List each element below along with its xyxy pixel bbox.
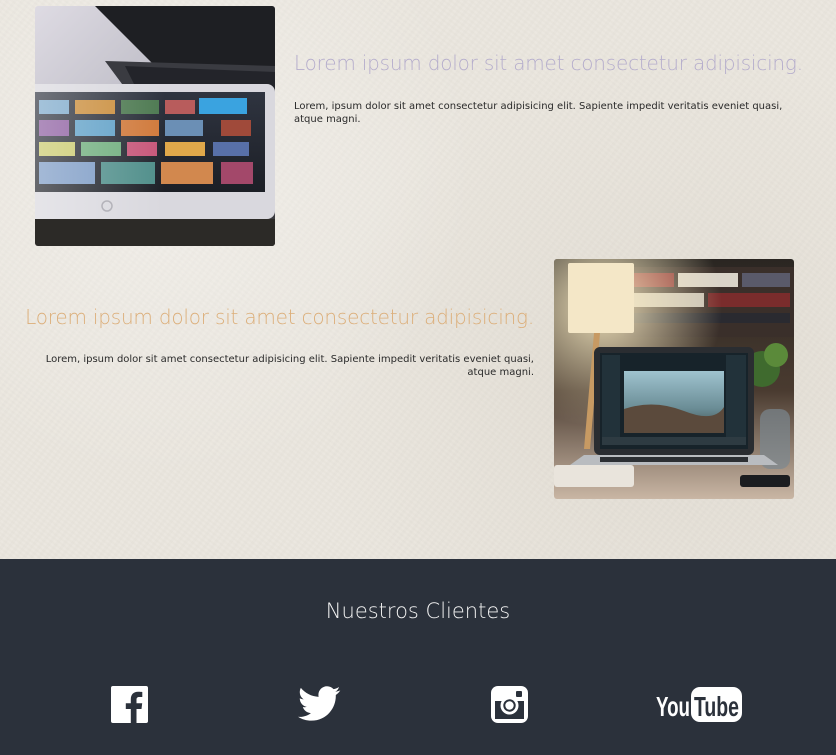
clients-section: Nuestros Clientes You Tube	[0, 559, 836, 755]
feature-title-1: Lorem ipsum dolor sit amet consectetur a…	[294, 51, 803, 75]
instagram-icon[interactable]	[491, 686, 528, 723]
feature-text-1: Lorem, ipsum dolor sit amet consectetur …	[294, 101, 783, 125]
facebook-icon[interactable]	[111, 686, 148, 723]
tablet-photo	[35, 6, 275, 246]
twitter-icon[interactable]	[298, 686, 341, 722]
laptop-photo	[554, 259, 794, 499]
youtube-wordmark-you: You	[656, 691, 690, 722]
clients-title: Nuestros Clientes	[325, 599, 511, 623]
feature-text-2: Lorem, ipsum dolor sit amet consectetur …	[45, 354, 534, 378]
youtube-icon[interactable]: You Tube	[656, 687, 742, 722]
feature-title-2: Lorem ipsum dolor sit amet consectetur a…	[25, 305, 534, 329]
youtube-wordmark-tube: Tube	[694, 691, 739, 722]
content-section: Lorem ipsum dolor sit amet consectetur a…	[0, 0, 836, 559]
